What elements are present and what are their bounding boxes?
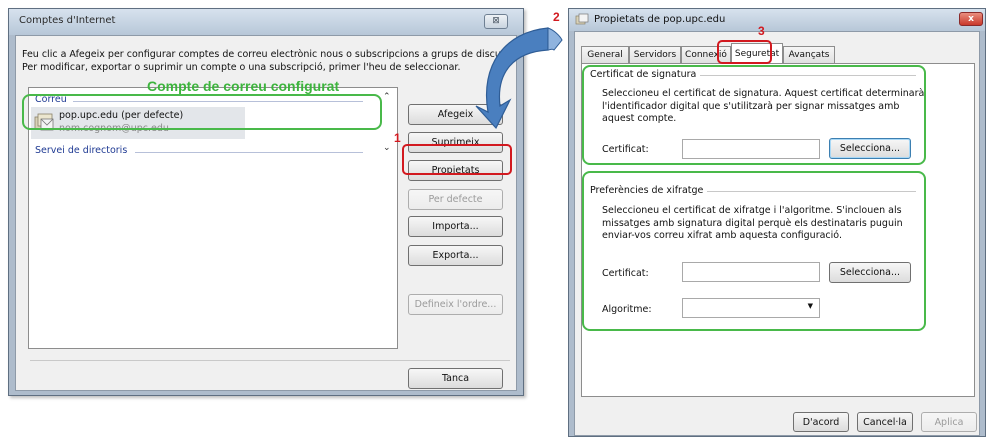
set-default-button[interactable]: Per defecte [408, 189, 503, 210]
ok-button[interactable]: D'acord [793, 412, 849, 432]
intro-text: Feu clic a Afegeix per configurar compte… [22, 48, 510, 74]
step-1-label: 1 [394, 131, 401, 145]
mail-app-icon [575, 12, 589, 26]
tab-advanced[interactable]: Avançats [783, 46, 835, 63]
set-order-button[interactable]: Defineix l'ordre... [408, 294, 503, 315]
window-title: Propietats de pop.upc.edu [594, 14, 726, 25]
window-title: Comptes d'Internet [19, 15, 116, 26]
cancel-button[interactable]: Cancel·la [857, 412, 913, 432]
apply-button[interactable]: Aplica [921, 412, 977, 432]
title-bar: Propietats de pop.upc.edu x [569, 9, 985, 31]
flow-arrow-icon [475, 27, 563, 130]
export-button[interactable]: Exporta... [408, 245, 503, 266]
account-highlight-box [22, 94, 382, 130]
close-window-button[interactable]: x [959, 12, 983, 26]
intro-line-1: Feu clic a Afegeix per configurar compte… [22, 49, 510, 60]
chevron-down-icon[interactable]: ⌄ [383, 143, 391, 153]
group-directory-header[interactable]: Servei de directoris [35, 145, 127, 156]
divider [30, 360, 510, 361]
properties-highlight-box [402, 144, 512, 175]
tab-general[interactable]: General [581, 46, 629, 63]
signing-section-highlight-box [582, 65, 926, 165]
intro-line-2: Per modificar, exportar o suprimir un co… [22, 62, 461, 73]
tab-servers[interactable]: Servidors [629, 46, 681, 63]
internet-accounts-dialog: Comptes d'Internet ⊠ Feu clic a Afegeix … [8, 8, 524, 396]
step-2-label: 2 [553, 10, 560, 24]
step-3-label: 3 [758, 24, 765, 38]
chevron-up-icon[interactable]: ⌃ [383, 92, 391, 102]
account-annotation-label: Compte de correu configurat [147, 78, 340, 94]
close-button[interactable]: Tanca [408, 368, 503, 389]
title-bar: Comptes d'Internet ⊠ [9, 9, 523, 35]
encryption-section-highlight-box [582, 171, 926, 331]
import-button[interactable]: Importa... [408, 216, 503, 237]
security-tab-highlight-box [717, 40, 772, 64]
group-divider [135, 152, 363, 153]
